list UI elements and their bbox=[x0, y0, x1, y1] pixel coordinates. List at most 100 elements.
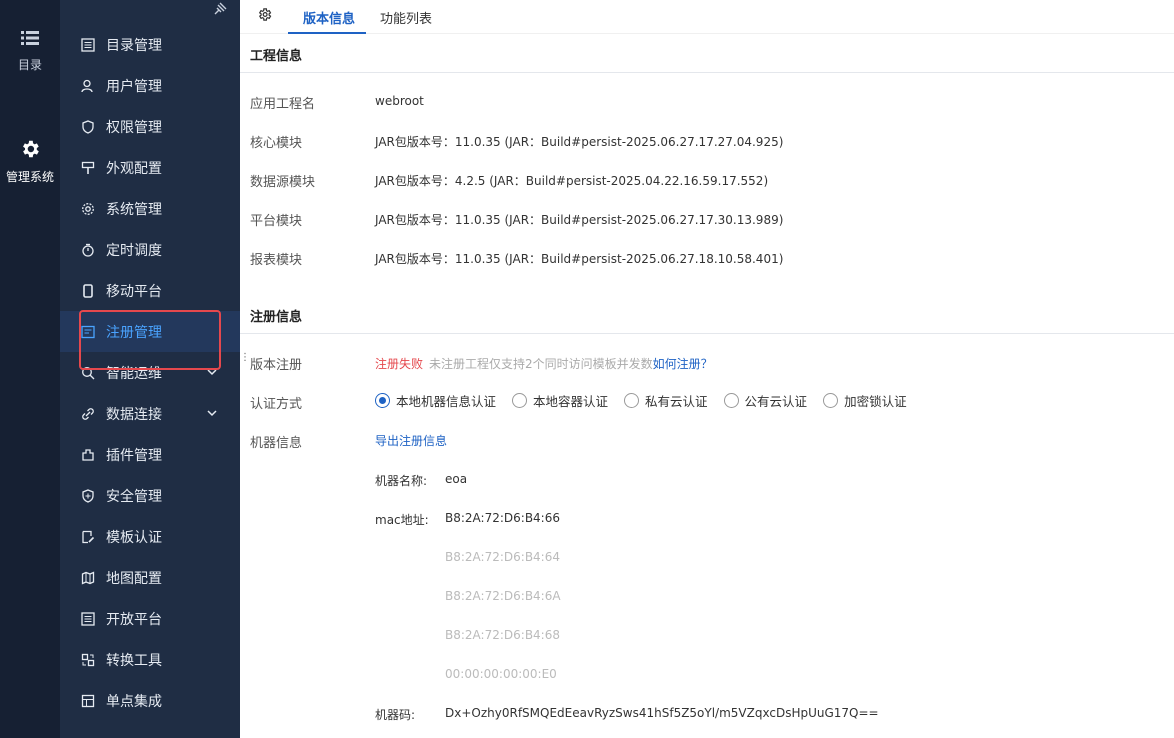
project-info-title: 工程信息 bbox=[250, 49, 303, 64]
datasource-module-value: JAR包版本号：4.2.5 (JAR：Build#persist-2025.04… bbox=[375, 174, 769, 188]
list-icon bbox=[21, 31, 39, 45]
sidebar-item[interactable]: 插件管理 bbox=[60, 434, 240, 475]
radio-circle[interactable] bbox=[723, 393, 739, 408]
security-icon bbox=[81, 488, 95, 503]
auth-option-radio[interactable]: 加密锁认证 bbox=[823, 391, 907, 410]
sidebar-item-label: 定时调度 bbox=[106, 242, 162, 259]
core-module-label: 核心模块 bbox=[250, 136, 303, 151]
sidebar-item-label: 模板认证 bbox=[106, 529, 162, 546]
auth-option-radio[interactable]: 本地容器认证 bbox=[512, 391, 608, 410]
mobile-icon bbox=[81, 283, 95, 298]
auth-option-radio[interactable]: 公有云认证 bbox=[723, 391, 807, 410]
pin-icon[interactable] bbox=[213, 2, 227, 16]
registration-hint: 未注册工程仅支持2个同时访问模板并发数 bbox=[429, 357, 653, 371]
core-module-value: JAR包版本号：11.0.35 (JAR：Build#persist-2025.… bbox=[375, 135, 784, 149]
sidebar-item[interactable]: 开放平台 bbox=[60, 598, 240, 639]
project-name-value: webroot bbox=[375, 94, 424, 108]
link-icon bbox=[81, 407, 95, 421]
sidebar-item[interactable]: 定时调度 bbox=[60, 229, 240, 270]
version-registration-label: 版本注册 bbox=[250, 358, 303, 373]
mac-address-value: B8:2A:72:D6:B4:6A bbox=[445, 589, 561, 603]
registration-status: 注册失败 未注册工程仅支持2个同时访问模板并发数如何注册？ bbox=[375, 355, 713, 372]
tab-bar: 版本信息 功能列表 bbox=[240, 0, 1174, 34]
paint-icon bbox=[81, 161, 95, 175]
sidebar-item[interactable]: 单点集成 bbox=[60, 680, 240, 721]
sidebar-item[interactable]: 目录管理 bbox=[60, 24, 240, 65]
sidebar-item-label: 转换工具 bbox=[106, 652, 162, 669]
datasource-module-label: 数据源模块 bbox=[250, 175, 316, 190]
mac-address-key: mac地址: bbox=[375, 513, 429, 527]
sidebar-item[interactable]: 系统管理 bbox=[60, 188, 240, 229]
sidebar-item-label: 数据连接 bbox=[106, 406, 162, 423]
sidebar-item-label: 开放平台 bbox=[106, 611, 162, 628]
user-icon bbox=[81, 79, 95, 93]
sidebar-item[interactable]: 模板认证 bbox=[60, 516, 240, 557]
divider bbox=[240, 333, 1174, 334]
sidebar-item-label: 用户管理 bbox=[106, 78, 162, 95]
chevron-down-icon[interactable] bbox=[206, 407, 218, 423]
auth-option-label: 本地容器认证 bbox=[533, 394, 609, 409]
gear-icon bbox=[23, 140, 39, 158]
sidebar-item-label: 目录管理 bbox=[106, 37, 162, 54]
auth-option-radio[interactable]: 本地机器信息认证 bbox=[375, 391, 496, 410]
registration-title: 注册信息 bbox=[250, 310, 303, 325]
export-registration-link[interactable]: 导出注册信息 bbox=[375, 432, 447, 449]
radio-circle[interactable] bbox=[375, 393, 390, 408]
auth-option-label: 私有云认证 bbox=[645, 394, 708, 409]
shield-icon bbox=[81, 119, 95, 134]
platform-module-label: 平台模块 bbox=[250, 214, 303, 229]
template-icon bbox=[81, 530, 95, 544]
sidebar-item[interactable]: 安全管理 bbox=[60, 475, 240, 516]
sidebar-item-label: 单点集成 bbox=[106, 693, 162, 710]
radio-circle[interactable] bbox=[624, 393, 640, 408]
main-content: 版本信息 功能列表 工程信息 应用工程名 webroot 核心模块 JAR包版本… bbox=[240, 0, 1174, 738]
machine-name-key: 机器名称: bbox=[375, 474, 428, 488]
mac-address-value: B8:2A:72:D6:B4:66 bbox=[445, 511, 560, 525]
mac-address-value: 00:00:00:00:00:E0 bbox=[445, 667, 557, 681]
settings-icon[interactable] bbox=[257, 7, 272, 22]
sidebar-item[interactable]: 用户管理 bbox=[60, 65, 240, 106]
rail-system-label: 管理系统 bbox=[5, 170, 54, 184]
auth-option-radio[interactable]: 私有云认证 bbox=[624, 391, 708, 410]
auth-option-label: 加密锁认证 bbox=[844, 394, 907, 409]
sidebar-item[interactable]: 数据连接 bbox=[60, 393, 240, 434]
registration-status-text: 注册失败 bbox=[375, 357, 424, 371]
sidebar-item[interactable]: 转换工具 bbox=[60, 639, 240, 680]
convert-icon bbox=[81, 653, 95, 667]
sso-icon bbox=[81, 694, 95, 708]
timer-icon bbox=[81, 243, 95, 257]
tab-version-info[interactable]: 版本信息 bbox=[303, 8, 355, 27]
rail-system[interactable]: 管理系统 bbox=[0, 138, 60, 185]
sidebar-item-label: 插件管理 bbox=[106, 447, 162, 464]
sidebar-item-label: 系统管理 bbox=[106, 201, 162, 218]
mac-address-value: B8:2A:72:D6:B4:64 bbox=[445, 550, 560, 564]
report-module-value: JAR包版本号：11.0.35 (JAR：Build#persist-2025.… bbox=[375, 252, 784, 266]
sidebar-item[interactable]: 权限管理 bbox=[60, 106, 240, 147]
radio-circle[interactable] bbox=[512, 393, 528, 408]
app-rail: 目录 管理系统 bbox=[0, 0, 60, 738]
platform-module-value: JAR包版本号：11.0.35 (JAR：Build#persist-2025.… bbox=[375, 213, 784, 227]
drag-handle-icon[interactable]: ⋮ bbox=[240, 352, 250, 363]
sidebar-item[interactable]: 移动平台 bbox=[60, 270, 240, 311]
map-icon bbox=[81, 571, 95, 585]
sidebar-item-label: 安全管理 bbox=[106, 488, 162, 505]
auth-method-radio-group: 本地机器信息认证 本地容器认证 私有云认证 公有云认证 加密锁认证 bbox=[375, 391, 923, 410]
plugin-icon bbox=[81, 448, 95, 462]
machine-info-label: 机器信息 bbox=[250, 436, 303, 451]
auth-method-label: 认证方式 bbox=[250, 397, 303, 412]
sidebar-item[interactable]: 外观配置 bbox=[60, 147, 240, 188]
how-to-register-link[interactable]: 如何注册？ bbox=[653, 357, 713, 371]
sidebar-item[interactable]: 地图配置 bbox=[60, 557, 240, 598]
sidebar-item-label: 权限管理 bbox=[106, 119, 162, 136]
tab-feature-list[interactable]: 功能列表 bbox=[380, 8, 432, 27]
list-icon bbox=[81, 611, 95, 626]
divider bbox=[240, 72, 1174, 73]
rail-catalog[interactable]: 目录 bbox=[0, 28, 60, 73]
sidebar-item-label: 地图配置 bbox=[106, 570, 162, 587]
report-module-label: 报表模块 bbox=[250, 253, 303, 268]
radio-circle[interactable] bbox=[823, 393, 839, 408]
sidebar-item-label: 外观配置 bbox=[106, 160, 162, 177]
highlight-annotation-box bbox=[79, 310, 221, 370]
auth-option-label: 本地机器信息认证 bbox=[396, 394, 497, 409]
active-tab-indicator bbox=[288, 32, 366, 34]
